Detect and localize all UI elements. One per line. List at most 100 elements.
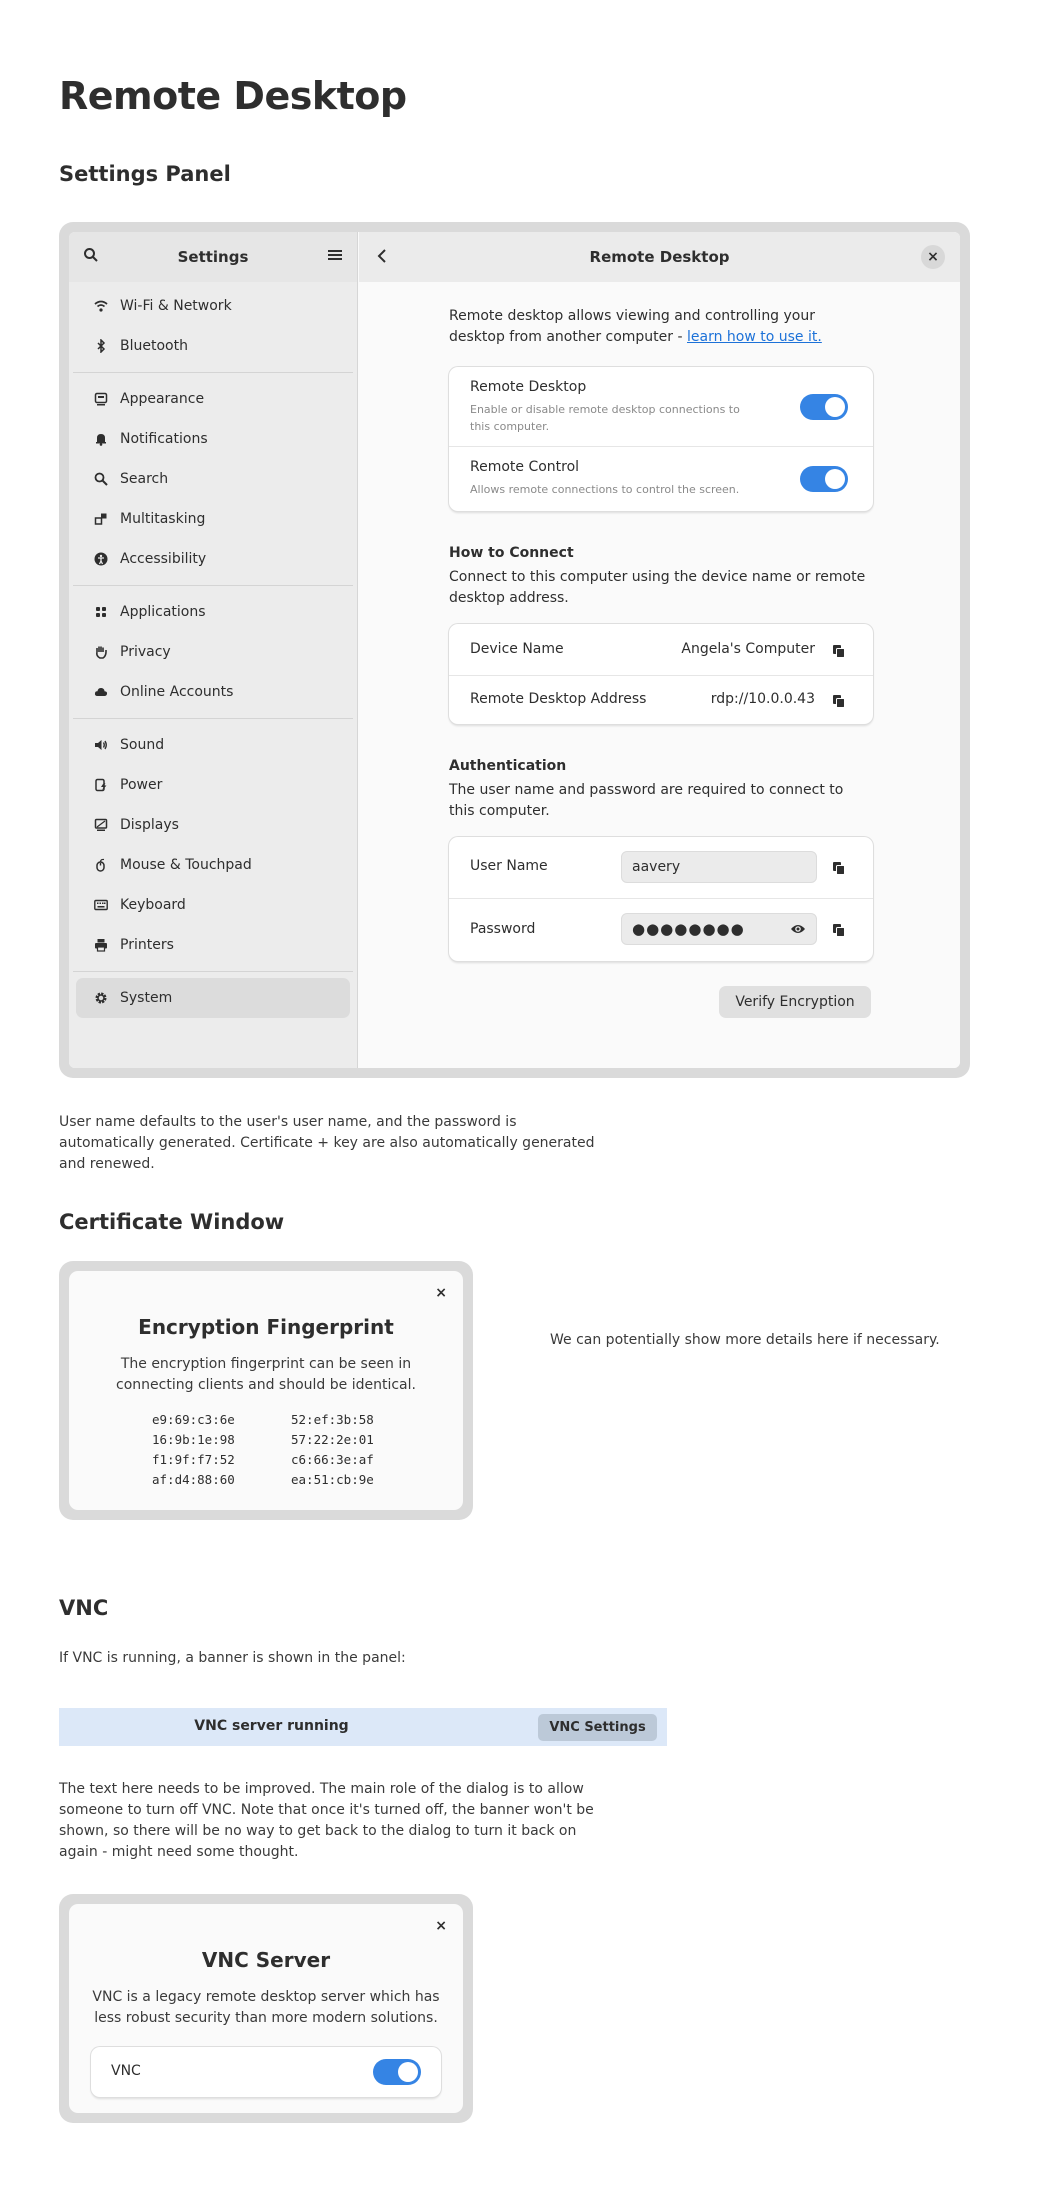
remote-desktop-toggle[interactable] (800, 394, 848, 420)
sidebar-item-appearance[interactable]: Appearance (69, 379, 357, 419)
remote-desktop-toggles-card: Remote Desktop Enable or disable remote … (449, 367, 873, 511)
sidebar-item-sound[interactable]: Sound (69, 725, 357, 765)
vnc-settings-button[interactable]: VNC Settings (538, 1714, 657, 1741)
sidebar-item-label: Privacy (120, 644, 171, 660)
vnc-note: The text here needs to be improved. The … (59, 1781, 594, 1860)
gear-icon (93, 990, 109, 1006)
content-header: Remote Desktop × (359, 232, 960, 282)
sidebar-item-wifi[interactable]: Wi-Fi & Network (69, 286, 357, 326)
vnc-intro: If VNC is running, a banner is shown in … (59, 1650, 406, 1666)
close-icon[interactable]: × (435, 1285, 447, 1301)
mouse-icon (93, 857, 109, 873)
copy-icon[interactable] (832, 643, 846, 658)
credentials-card: User Name aavery Password ●●●●●●●● (449, 837, 873, 961)
remote-control-row: Remote Control Allows remote connections… (449, 447, 873, 511)
sidebar-item-label: Appearance (120, 391, 205, 407)
sidebar-item-label: Displays (120, 817, 179, 833)
sidebar-item-multitasking[interactable]: Multitasking (69, 499, 357, 539)
fingerprint-column-right: 52:ef:3b:58 57:22:2e:01 c6:66:3e:af ea:5… (291, 1410, 374, 1490)
password-field[interactable]: ●●●●●●●● (621, 913, 817, 945)
copy-icon[interactable] (832, 693, 846, 708)
sidebar-item-power[interactable]: Power (69, 765, 357, 805)
settings-window: Settings Wi-Fi & Network Bluetooth Appea (69, 232, 960, 1068)
password-label: Password (470, 921, 536, 937)
vnc-heading: VNC (59, 1596, 109, 1620)
close-icon: × (927, 249, 939, 265)
how-to-connect-description: Connect to this computer using the devic… (449, 569, 866, 606)
vnc-banner-text: VNC server running (194, 1718, 349, 1734)
vnc-dialog: × VNC Server VNC is a legacy remote desk… (69, 1904, 463, 2113)
sidebar-item-mouse-touchpad[interactable]: Mouse & Touchpad (69, 845, 357, 885)
sidebar-item-label: Keyboard (120, 897, 186, 913)
sidebar-header: Settings (69, 232, 357, 282)
sidebar-item-keyboard[interactable]: Keyboard (69, 885, 357, 925)
sidebar-separator (73, 372, 353, 373)
sidebar-item-printers[interactable]: Printers (69, 925, 357, 965)
close-icon[interactable]: × (435, 1918, 447, 1934)
accessibility-icon (93, 551, 109, 567)
printer-icon (93, 937, 109, 953)
learn-more-link[interactable]: learn how to use it. (687, 329, 822, 345)
sidebar-separator (73, 718, 353, 719)
vnc-toggle[interactable] (373, 2059, 421, 2085)
vnc-row-label: VNC (111, 2063, 141, 2079)
sidebar-item-search[interactable]: Search (69, 459, 357, 499)
remote-control-toggle[interactable] (800, 466, 848, 492)
back-arrow-icon[interactable] (375, 247, 391, 269)
sidebar-item-label: Bluetooth (120, 338, 188, 354)
search-icon[interactable] (83, 247, 99, 267)
connection-info-card: Device Name Angela's Computer Remote Des… (449, 624, 873, 724)
sidebar-item-accessibility[interactable]: Accessibility (69, 539, 357, 579)
content-body: Remote desktop allows viewing and contro… (449, 306, 873, 1018)
sidebar-item-displays[interactable]: Displays (69, 805, 357, 845)
bluetooth-icon (93, 338, 109, 354)
fingerprint-chunk: 57:22:2e:01 (291, 1432, 374, 1447)
content-pane: Remote Desktop × Remote desktop allows v… (359, 232, 960, 1068)
sidebar-item-label: Printers (120, 937, 174, 953)
display-icon (93, 817, 109, 833)
power-icon (93, 777, 109, 793)
search-icon (93, 471, 109, 487)
sidebar-item-notifications[interactable]: Notifications (69, 419, 357, 459)
copy-icon[interactable] (832, 922, 846, 937)
content-title: Remote Desktop (589, 248, 730, 266)
remote-address-value: rdp://10.0.0.43 (710, 691, 815, 707)
dialog-text: The encryption fingerprint can be seen i… (116, 1356, 416, 1393)
eye-icon[interactable] (790, 922, 806, 940)
remote-address-label: Remote Desktop Address (470, 691, 647, 707)
close-button[interactable]: × (921, 245, 945, 269)
keyboard-icon (93, 897, 109, 913)
verify-encryption-button[interactable]: Verify Encryption (719, 986, 871, 1018)
sidebar-item-label: Search (120, 471, 169, 487)
settings-window-frame: Settings Wi-Fi & Network Bluetooth Appea (59, 222, 970, 1078)
device-name-value: Angela's Computer (681, 641, 815, 657)
username-row: User Name aavery (449, 837, 873, 899)
sidebar-item-applications[interactable]: Applications (69, 592, 357, 632)
authentication-description: The user name and password are required … (449, 782, 844, 819)
sidebar-item-privacy[interactable]: Privacy (69, 632, 357, 672)
sidebar-item-label: Mouse & Touchpad (120, 857, 252, 873)
hamburger-menu-icon[interactable] (327, 247, 343, 267)
fingerprint-chunk: ea:51:cb:9e (291, 1472, 374, 1487)
sidebar-item-online-accounts[interactable]: Online Accounts (69, 672, 357, 712)
sidebar-item-label: Notifications (120, 431, 208, 447)
fingerprint-chunk: 52:ef:3b:58 (291, 1412, 374, 1427)
fingerprint-chunk: e9:69:c3:6e (152, 1412, 235, 1427)
remote-control-title: Remote Control (470, 459, 580, 475)
authentication-heading: Authentication (449, 758, 567, 774)
multitasking-icon (93, 511, 109, 527)
intro-text: Remote desktop allows viewing and contro… (449, 306, 873, 348)
wifi-icon (93, 298, 109, 314)
remote-address-row: Remote Desktop Address rdp://10.0.0.43 (449, 676, 873, 724)
bell-icon (93, 431, 109, 447)
fingerprint-dialog-frame: × Encryption Fingerprint The encryption … (59, 1261, 473, 1520)
certificate-window-heading: Certificate Window (59, 1210, 285, 1234)
copy-icon[interactable] (832, 860, 846, 875)
fingerprint-chunk: c6:66:3e:af (291, 1452, 374, 1467)
sidebar-item-bluetooth[interactable]: Bluetooth (69, 326, 357, 366)
settings-note: User name defaults to the user's user na… (59, 1114, 595, 1172)
vnc-dialog-frame: × VNC Server VNC is a legacy remote desk… (59, 1894, 473, 2123)
sidebar-item-system[interactable]: System (76, 978, 350, 1018)
username-field[interactable]: aavery (621, 851, 817, 883)
remote-desktop-title: Remote Desktop (470, 379, 587, 395)
